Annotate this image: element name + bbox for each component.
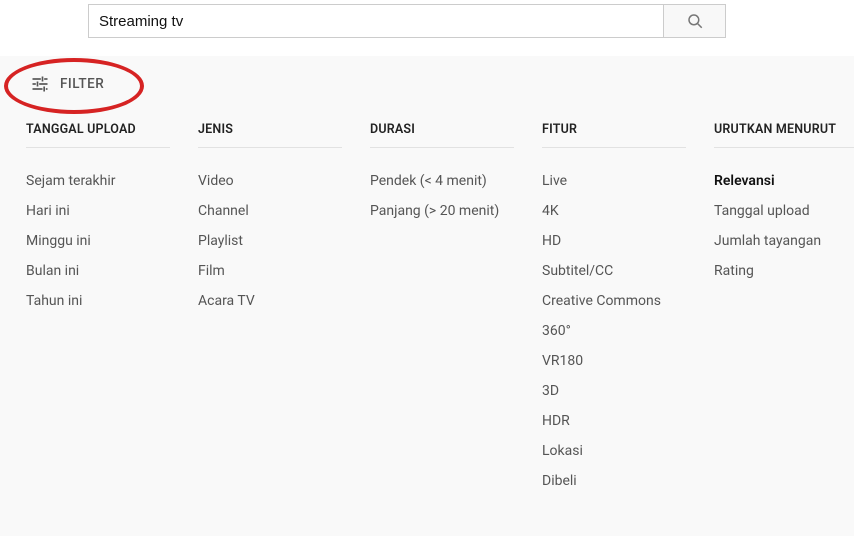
- filter-option[interactable]: Bulan ini: [26, 256, 198, 286]
- filter-column: JENIS VideoChannelPlaylistFilmAcara TV: [198, 122, 370, 496]
- filter-column: URUTKAN MENURUT RelevansiTanggal uploadJu…: [714, 122, 854, 496]
- filter-option[interactable]: VR180: [542, 346, 714, 376]
- column-title: FITUR: [542, 122, 686, 148]
- filter-option[interactable]: 360°: [542, 316, 714, 346]
- filter-option[interactable]: Pendek (< 4 menit): [370, 166, 542, 196]
- filter-option[interactable]: Film: [198, 256, 370, 286]
- search-button[interactable]: [664, 4, 726, 38]
- search-input[interactable]: [88, 4, 664, 38]
- filter-option[interactable]: Jumlah tayangan: [714, 226, 854, 256]
- column-title: DURASI: [370, 122, 514, 148]
- filter-option[interactable]: 3D: [542, 376, 714, 406]
- filter-option[interactable]: Playlist: [198, 226, 370, 256]
- filter-option[interactable]: Acara TV: [198, 286, 370, 316]
- filter-column: DURASI Pendek (< 4 menit)Panjang (> 20 me…: [370, 122, 542, 496]
- filter-option[interactable]: Lokasi: [542, 436, 714, 466]
- column-title: JENIS: [198, 122, 342, 148]
- filter-columns: TANGGAL UPLOAD Sejam terakhirHari iniMing…: [0, 122, 854, 496]
- filter-option[interactable]: 4K: [542, 196, 714, 226]
- filter-column: FITUR Live4KHDSubtitel/CCCreative Commons…: [542, 122, 714, 496]
- filter-option[interactable]: Rating: [714, 256, 854, 286]
- filter-option[interactable]: Subtitel/CC: [542, 256, 714, 286]
- column-title: URUTKAN MENURUT: [714, 122, 854, 148]
- filter-option[interactable]: HD: [542, 226, 714, 256]
- filter-option[interactable]: Creative Commons: [542, 286, 714, 316]
- filter-column: TANGGAL UPLOAD Sejam terakhirHari iniMing…: [26, 122, 198, 496]
- filter-panel: FILTER TANGGAL UPLOAD Sejam terakhirHari …: [0, 56, 854, 536]
- filter-option[interactable]: HDR: [542, 406, 714, 436]
- filter-option[interactable]: Relevansi: [714, 166, 854, 196]
- filter-option[interactable]: Live: [542, 166, 714, 196]
- filter-button[interactable]: FILTER: [30, 74, 104, 94]
- filter-label: FILTER: [60, 76, 104, 92]
- filter-option[interactable]: Minggu ini: [26, 226, 198, 256]
- filter-option[interactable]: Panjang (> 20 menit): [370, 196, 542, 226]
- filter-option[interactable]: Tanggal upload: [714, 196, 854, 226]
- column-title: TANGGAL UPLOAD: [26, 122, 170, 148]
- search-bar: [88, 4, 726, 38]
- filter-row: FILTER: [0, 56, 854, 122]
- tune-icon: [30, 74, 50, 94]
- filter-option[interactable]: Video: [198, 166, 370, 196]
- filter-option[interactable]: Dibeli: [542, 466, 714, 496]
- filter-option[interactable]: Tahun ini: [26, 286, 198, 316]
- filter-option[interactable]: Hari ini: [26, 196, 198, 226]
- search-icon: [686, 12, 704, 30]
- filter-option[interactable]: Sejam terakhir: [26, 166, 198, 196]
- filter-option[interactable]: Channel: [198, 196, 370, 226]
